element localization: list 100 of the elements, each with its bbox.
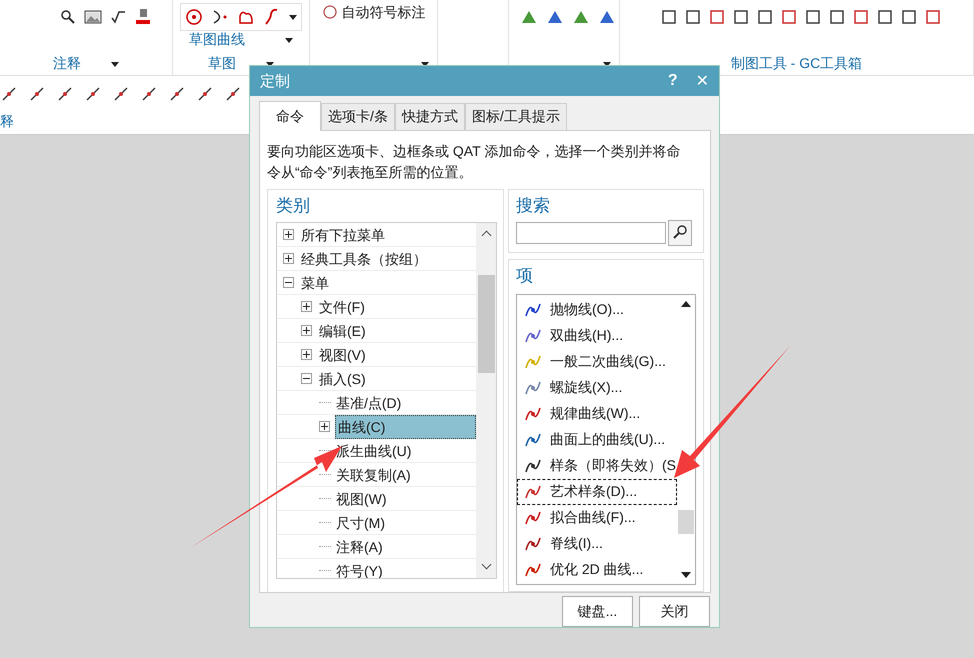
curve-icon xyxy=(524,379,542,397)
command-item[interactable]: 拟合曲线(F)... xyxy=(517,505,677,531)
dialog-title: 定制 xyxy=(260,72,290,90)
root-icon[interactable] xyxy=(110,9,126,25)
group-label: 注释 xyxy=(53,55,81,73)
tree-item[interactable]: 曲线(C) xyxy=(335,414,476,438)
tool-icon[interactable] xyxy=(224,85,242,103)
command-item[interactable]: 优化 2D 曲线... xyxy=(517,557,677,583)
instruction-text: 要向功能区选项卡、边框条或 QAT 添加命令，选择一个类别并将命令从“命令”列表拖至所需的位置。 xyxy=(267,142,682,182)
curve-icon xyxy=(524,561,542,579)
tab[interactable]: 选项卡/条 xyxy=(321,103,395,130)
caret-icon[interactable] xyxy=(111,62,119,66)
close-dialog-button[interactable]: 关闭 xyxy=(639,596,710,627)
tree-item[interactable]: 文件(F) xyxy=(317,296,367,318)
tool-icon[interactable] xyxy=(900,9,916,25)
curve-icon xyxy=(524,509,542,527)
tool-icon[interactable] xyxy=(0,85,18,103)
tool-icon[interactable] xyxy=(84,85,102,103)
tab[interactable]: 命令 xyxy=(259,101,321,131)
tool-icon[interactable] xyxy=(924,9,940,25)
caret-icon[interactable] xyxy=(285,38,293,42)
group-label: 释 xyxy=(0,113,14,131)
image-icon[interactable] xyxy=(84,9,102,25)
tool-icon[interactable] xyxy=(852,9,868,25)
tool-icon[interactable] xyxy=(546,9,564,25)
command-item[interactable]: 一般二次曲线(G)... xyxy=(517,349,677,375)
scroll-thumb[interactable] xyxy=(478,275,494,373)
expander-icon[interactable] xyxy=(319,421,330,432)
tab[interactable]: 图标/工具提示 xyxy=(464,103,567,130)
curve-icon xyxy=(524,405,542,423)
tree-item[interactable]: 视图(W) xyxy=(334,488,389,510)
expander-icon[interactable] xyxy=(301,325,312,336)
search-field[interactable] xyxy=(516,222,666,244)
circle-icon xyxy=(322,5,338,21)
tool-icon[interactable] xyxy=(168,85,186,103)
zoom-icon[interactable] xyxy=(60,9,76,25)
tool-icon[interactable] xyxy=(876,9,892,25)
scrollbar[interactable] xyxy=(476,223,496,578)
curve-icon xyxy=(524,353,542,371)
scroll-up-icon[interactable] xyxy=(681,301,691,307)
section-heading: 项 xyxy=(516,265,534,287)
command-item[interactable]: 艺术样条(D)... xyxy=(517,479,677,505)
expander-icon[interactable] xyxy=(283,229,294,240)
tree-item[interactable]: 经典工具条（按组） xyxy=(299,248,429,270)
tool-icon[interactable] xyxy=(708,9,724,25)
tool-icon[interactable] xyxy=(780,9,796,25)
paint-icon[interactable] xyxy=(134,8,152,26)
expander-icon[interactable] xyxy=(301,301,312,312)
expander-icon[interactable] xyxy=(283,277,294,288)
tool-icon[interactable] xyxy=(804,9,820,25)
curve-icon xyxy=(524,431,542,449)
search-icon xyxy=(672,224,688,240)
scroll-thumb[interactable] xyxy=(678,510,694,534)
tree-item[interactable]: 视图(V) xyxy=(317,344,368,366)
curve-icon xyxy=(524,483,542,501)
command-item[interactable]: 抛物线(O)... xyxy=(517,297,677,323)
tool-icon[interactable] xyxy=(660,9,676,25)
keyboard-button[interactable]: 键盘... xyxy=(562,596,633,627)
tool-icon[interactable] xyxy=(140,85,158,103)
tree-item[interactable]: 基准/点(D) xyxy=(334,392,404,414)
tree-item[interactable]: 所有下拉菜单 xyxy=(299,224,387,246)
tool-icon[interactable] xyxy=(732,9,748,25)
tool-icon[interactable] xyxy=(684,9,700,25)
curve-icon xyxy=(524,327,542,345)
sketch-curve-label[interactable]: 草图曲线 xyxy=(189,31,245,49)
tree-item[interactable]: 关联复制(A) xyxy=(334,464,413,486)
expander-icon[interactable] xyxy=(301,349,312,360)
tree-item[interactable]: 编辑(E) xyxy=(317,320,368,342)
command-item[interactable]: 样条（即将失效）(S xyxy=(517,453,677,479)
arc-icon[interactable] xyxy=(211,8,229,26)
command-item[interactable]: 双曲线(H)... xyxy=(517,323,677,349)
tool-icon[interactable] xyxy=(756,9,772,25)
command-item[interactable]: 规律曲线(W)... xyxy=(517,401,677,427)
circle-icon[interactable] xyxy=(185,8,203,26)
curve-icon xyxy=(524,535,542,553)
tool-icon[interactable] xyxy=(828,9,844,25)
tree-item[interactable]: 插入(S) xyxy=(317,368,368,390)
auto-symbol-button[interactable]: 自动符号标注 xyxy=(322,4,426,22)
dropdown-icon[interactable] xyxy=(289,14,297,20)
tab[interactable]: 快捷方式 xyxy=(394,103,465,130)
expander-icon[interactable] xyxy=(301,373,312,384)
tool-icon[interactable] xyxy=(28,85,46,103)
command-item[interactable]: 脊线(I)... xyxy=(517,531,677,557)
search-button[interactable] xyxy=(668,220,692,246)
tool-icon[interactable] xyxy=(112,85,130,103)
tool-icon[interactable] xyxy=(598,9,616,25)
tree-item[interactable]: 注释(A) xyxy=(334,536,385,558)
command-item[interactable]: 曲面上的曲线(U)... xyxy=(517,427,677,453)
tool-icon[interactable] xyxy=(56,85,74,103)
curve-icon xyxy=(524,457,542,475)
tree-item[interactable]: 菜单 xyxy=(299,272,331,294)
tree-item[interactable]: 尺寸(M) xyxy=(334,512,387,534)
section-heading: 类别 xyxy=(276,195,311,217)
group-label: 草图 xyxy=(208,55,236,73)
tool-icon[interactable] xyxy=(196,85,214,103)
command-item[interactable]: 螺旋线(X)... xyxy=(517,375,677,401)
expander-icon[interactable] xyxy=(283,253,294,264)
scroll-down-icon[interactable] xyxy=(681,572,691,578)
section-heading: 搜索 xyxy=(516,195,551,217)
group-label: 制图工具 - GC工具箱 xyxy=(730,55,862,73)
